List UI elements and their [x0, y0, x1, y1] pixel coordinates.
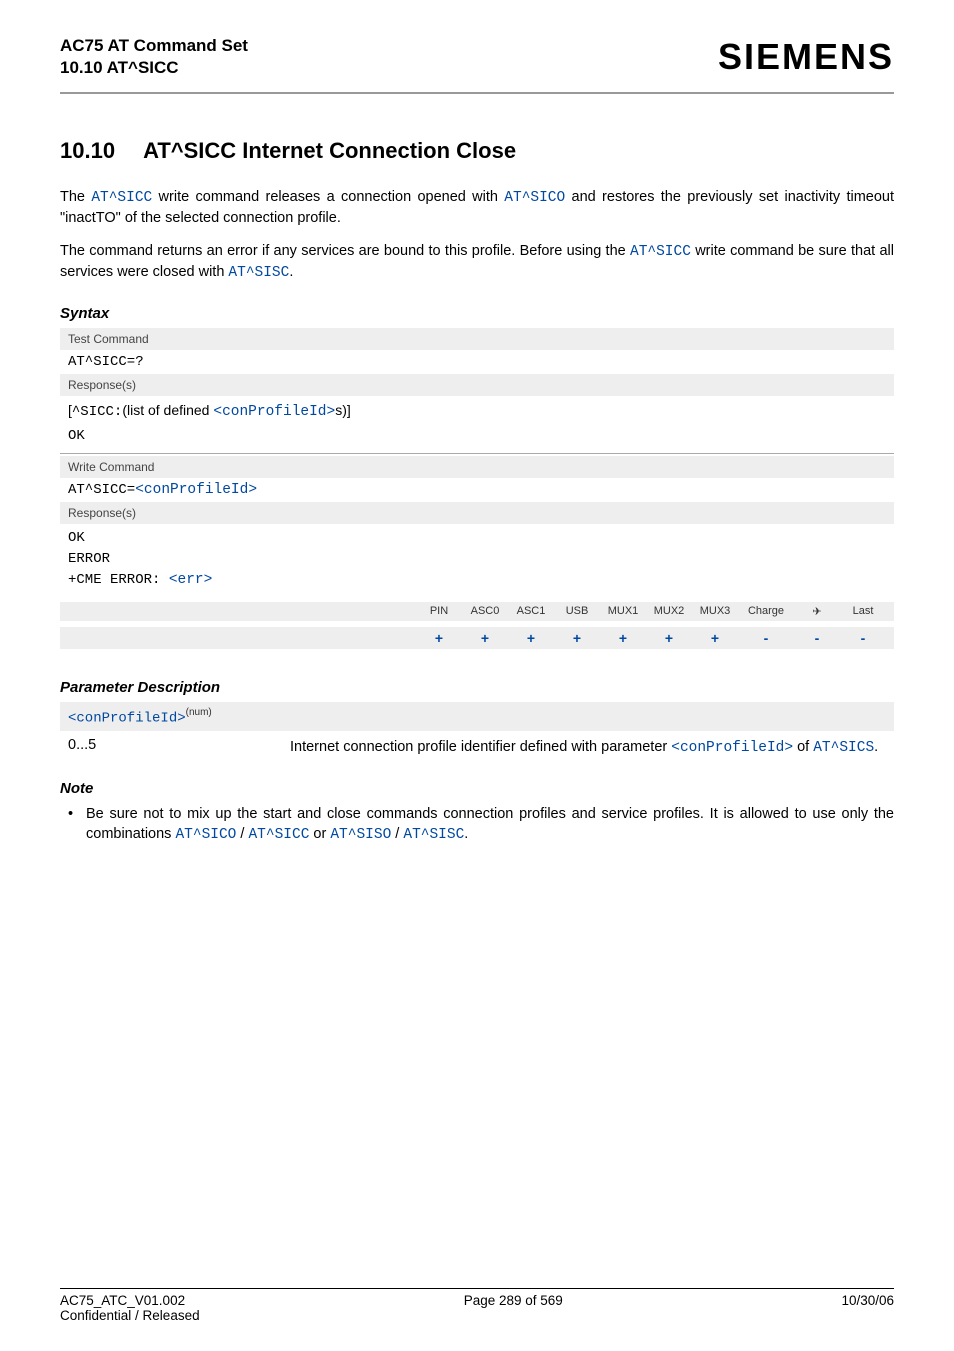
footer-doc-id: AC75_ATC_V01.002: [60, 1293, 185, 1308]
bullet-dot: •: [68, 805, 86, 845]
val-mux3: +: [692, 630, 738, 646]
link-at-sicc-2[interactable]: AT^SICC: [630, 244, 691, 260]
write-command-label: Write Command: [60, 456, 894, 478]
param-description: Internet connection profile identifier d…: [290, 737, 894, 758]
test-response: [^SICC:(list of defined <conProfileId>s)…: [60, 396, 894, 451]
response-label-1: Response(s): [60, 374, 894, 396]
col-asc1: ASC1: [508, 605, 554, 618]
response-label-2: Response(s): [60, 502, 894, 524]
section-heading: 10.10 AT^SICC Internet Connection Close: [60, 138, 894, 164]
col-asc0: ASC0: [462, 605, 508, 618]
syntax-block: Test Command AT^SICC=? Response(s) [^SIC…: [60, 328, 894, 649]
doc-title: AC75 AT Command Set: [60, 36, 248, 56]
link-err[interactable]: <err>: [169, 572, 213, 588]
footer-classification: Confidential / Released: [60, 1308, 894, 1323]
link-at-sico-2[interactable]: AT^SICO: [175, 827, 236, 843]
link-at-siso[interactable]: AT^SISO: [330, 827, 391, 843]
col-usb: USB: [554, 605, 600, 618]
param-name-row: <conProfileId>(num): [60, 702, 894, 731]
support-value-row: + + + + + + + - - -: [60, 627, 894, 649]
siemens-logo: SIEMENS: [718, 36, 894, 78]
val-asc1: +: [508, 630, 554, 646]
syntax-heading: Syntax: [60, 305, 894, 322]
syntax-divider: [60, 453, 894, 454]
link-conprofileid-2[interactable]: <conProfileId>: [135, 482, 257, 498]
parameter-heading: Parameter Description: [60, 679, 894, 696]
val-charge: -: [738, 630, 794, 646]
intro-paragraph-2: The command returns an error if any serv…: [60, 242, 894, 283]
val-usb: +: [554, 630, 600, 646]
link-conprofileid-1[interactable]: <conProfileId>: [213, 404, 335, 420]
link-at-sicc[interactable]: AT^SICC: [91, 190, 152, 206]
test-command-label: Test Command: [60, 328, 894, 350]
section-number: 10.10: [60, 138, 115, 164]
footer-divider: [60, 1288, 894, 1289]
val-asc0: +: [462, 630, 508, 646]
val-airplane: -: [794, 630, 840, 646]
write-response: OK ERROR +CME ERROR: <err>: [60, 524, 894, 596]
link-at-sisc-2[interactable]: AT^SISC: [403, 827, 464, 843]
val-mux1: +: [600, 630, 646, 646]
note-list: • Be sure not to mix up the start and cl…: [60, 805, 894, 845]
link-conprofileid-3[interactable]: <conProfileId>: [671, 740, 793, 756]
link-at-sicc-3[interactable]: AT^SICC: [248, 827, 309, 843]
link-at-sisc[interactable]: AT^SISC: [228, 265, 289, 281]
col-mux2: MUX2: [646, 605, 692, 618]
col-airplane-icon: ✈: [794, 605, 840, 618]
param-range: 0...5: [60, 737, 290, 758]
note-heading: Note: [60, 780, 894, 797]
param-value-row: 0...5 Internet connection profile identi…: [60, 737, 894, 758]
section-title-text: AT^SICC Internet Connection Close: [143, 138, 516, 163]
val-pin: +: [416, 630, 462, 646]
link-at-sico[interactable]: AT^SICO: [504, 190, 565, 206]
footer: AC75_ATC_V01.002 Page 289 of 569 10/30/0…: [60, 1288, 894, 1323]
col-last: Last: [840, 605, 886, 618]
note-text: Be sure not to mix up the start and clos…: [86, 805, 894, 845]
test-command-text: AT^SICC=?: [60, 350, 894, 374]
footer-page-number: Page 289 of 569: [464, 1293, 563, 1308]
val-last: -: [840, 630, 886, 646]
link-at-sics[interactable]: AT^SICS: [813, 740, 874, 756]
val-mux2: +: [646, 630, 692, 646]
intro-paragraph-1: The AT^SICC write command releases a con…: [60, 188, 894, 228]
param-code: <conProfileId>: [68, 710, 186, 726]
col-mux1: MUX1: [600, 605, 646, 618]
col-charge: Charge: [738, 605, 794, 618]
param-type: (num): [186, 707, 212, 718]
doc-subtitle: 10.10 AT^SICC: [60, 58, 248, 78]
header-divider: [60, 92, 894, 94]
col-mux3: MUX3: [692, 605, 738, 618]
col-pin: PIN: [416, 605, 462, 618]
write-command-text: AT^SICC=<conProfileId>: [60, 478, 894, 502]
footer-date: 10/30/06: [841, 1293, 894, 1308]
support-header-row: PIN ASC0 ASC1 USB MUX1 MUX2 MUX3 Charge …: [60, 602, 894, 621]
